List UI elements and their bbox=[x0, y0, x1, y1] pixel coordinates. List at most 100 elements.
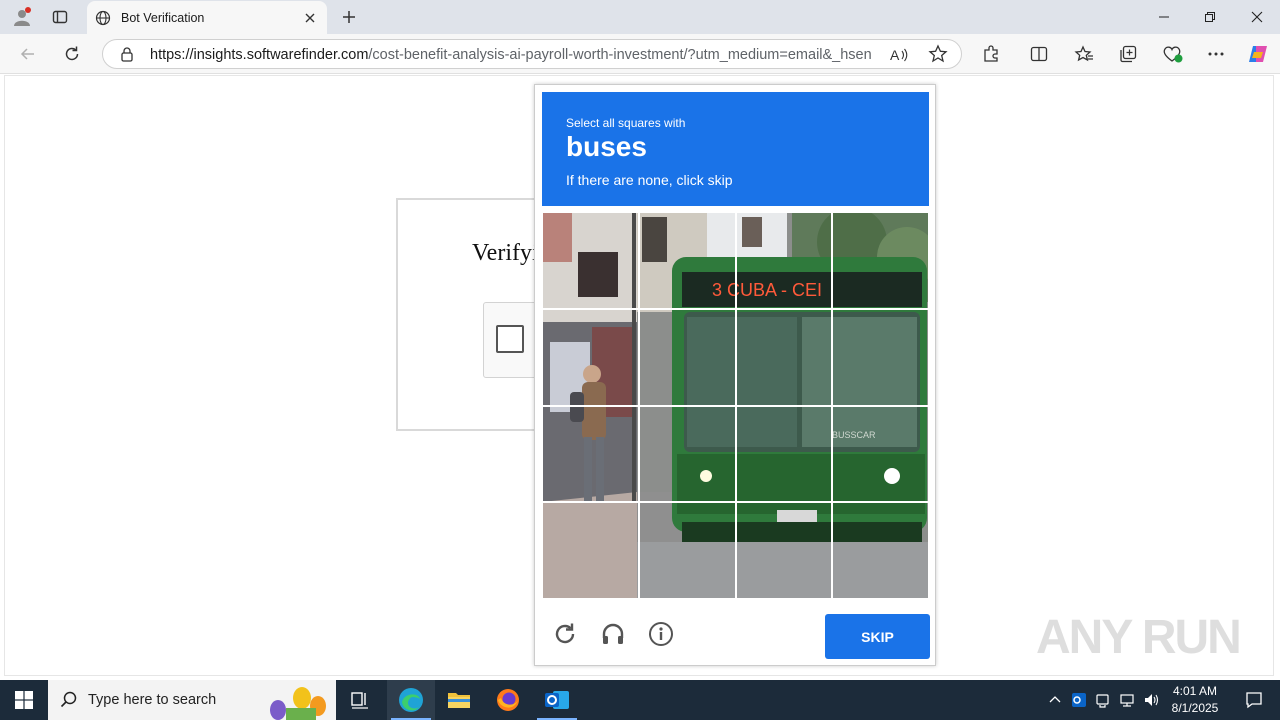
captcha-tile[interactable] bbox=[735, 502, 833, 599]
captcha-tile[interactable] bbox=[832, 502, 929, 599]
profile-icon bbox=[14, 7, 31, 26]
audio-challenge-button[interactable] bbox=[599, 620, 627, 648]
reload-icon bbox=[555, 623, 575, 644]
captcha-footer: SKIP bbox=[535, 605, 937, 667]
tray-meet-now[interactable] bbox=[1092, 680, 1114, 720]
minimize-icon bbox=[1159, 16, 1169, 18]
new-tab-button[interactable] bbox=[338, 7, 360, 27]
restore-button[interactable] bbox=[1187, 0, 1233, 34]
collections-button[interactable] bbox=[1117, 43, 1139, 65]
copilot-button[interactable] bbox=[1247, 43, 1269, 65]
tray-outlook[interactable] bbox=[1068, 680, 1090, 720]
captcha-subtext: If there are none, click skip bbox=[566, 172, 733, 188]
collections-icon bbox=[1120, 45, 1137, 63]
refresh-icon bbox=[65, 46, 79, 61]
favorites-button[interactable] bbox=[1073, 43, 1095, 65]
taskbar-file-explorer[interactable] bbox=[435, 680, 483, 720]
captcha-tile[interactable] bbox=[542, 405, 639, 503]
captcha-tile[interactable] bbox=[832, 405, 929, 503]
tab-close-icon[interactable] bbox=[302, 10, 318, 26]
task-view-button[interactable] bbox=[336, 680, 384, 720]
outlook-tray-icon bbox=[1072, 693, 1086, 707]
taskbar-outlook[interactable] bbox=[533, 680, 581, 720]
network-icon bbox=[1120, 694, 1134, 707]
captcha-challenge: Select all squares with buses If there a… bbox=[534, 84, 936, 666]
captcha-tile[interactable] bbox=[542, 212, 639, 309]
captcha-tile[interactable] bbox=[735, 308, 833, 406]
plus-icon bbox=[343, 11, 355, 23]
captcha-target: buses bbox=[566, 131, 647, 162]
start-button[interactable] bbox=[0, 680, 48, 720]
close-window-button[interactable] bbox=[1234, 0, 1280, 34]
back-button[interactable] bbox=[14, 40, 42, 68]
notification-icon bbox=[1246, 692, 1262, 709]
info-icon bbox=[649, 622, 673, 646]
favorite-star-icon[interactable] bbox=[928, 44, 948, 64]
outlook-icon bbox=[545, 691, 569, 709]
more-dots-icon bbox=[1208, 52, 1224, 56]
captcha-tile[interactable] bbox=[735, 405, 833, 503]
captcha-tile[interactable] bbox=[832, 308, 929, 406]
taskbar-clock[interactable]: 4:01 AM 8/1/2025 bbox=[1160, 683, 1230, 717]
task-view-icon bbox=[351, 692, 368, 709]
restore-icon bbox=[1205, 12, 1215, 22]
captcha-tile[interactable] bbox=[832, 212, 929, 309]
volume-icon bbox=[1145, 694, 1159, 706]
split-screen-button[interactable] bbox=[1028, 43, 1050, 65]
taskbar: Type here to search 4:01 AM 8/1/2025 bbox=[0, 680, 1280, 720]
tab-actions-icon bbox=[52, 10, 68, 24]
captcha-tile[interactable] bbox=[735, 212, 833, 309]
info-button[interactable] bbox=[647, 620, 675, 648]
favorites-icon bbox=[1074, 45, 1093, 62]
captcha-tile[interactable] bbox=[638, 212, 736, 309]
edge-icon bbox=[399, 688, 423, 712]
lock-icon[interactable] bbox=[119, 46, 135, 62]
search-icon bbox=[60, 691, 77, 708]
clock-date: 8/1/2025 bbox=[1171, 701, 1219, 715]
url-host: https://insights.softwarefinder.com bbox=[150, 47, 369, 63]
firefox-icon bbox=[497, 689, 519, 711]
url-text: https://insights.softwarefinder.com/cost… bbox=[150, 47, 872, 63]
profile-avatar[interactable] bbox=[10, 6, 34, 28]
reload-challenge-button[interactable] bbox=[551, 620, 579, 648]
settings-more-button[interactable] bbox=[1205, 43, 1227, 65]
heart-pulse-icon bbox=[1163, 46, 1183, 63]
minimize-button[interactable] bbox=[1141, 0, 1187, 34]
chevron-up-icon bbox=[1049, 696, 1061, 703]
globe-icon bbox=[95, 10, 111, 25]
taskbar-firefox[interactable] bbox=[484, 680, 532, 720]
close-icon bbox=[1251, 11, 1263, 23]
captcha-tile[interactable] bbox=[638, 502, 736, 599]
puzzle-icon bbox=[984, 45, 998, 62]
skip-button[interactable]: SKIP bbox=[825, 614, 930, 659]
not-a-robot-checkbox[interactable] bbox=[496, 325, 524, 353]
captcha-tile[interactable] bbox=[638, 308, 736, 406]
refresh-button[interactable] bbox=[58, 40, 86, 68]
split-screen-icon bbox=[1030, 46, 1048, 62]
clock-time: 4:01 AM bbox=[1172, 684, 1218, 698]
captcha-tile[interactable] bbox=[542, 308, 639, 406]
folder-icon bbox=[448, 693, 470, 708]
taskbar-edge[interactable] bbox=[387, 680, 435, 720]
read-aloud-icon[interactable]: A bbox=[889, 46, 909, 64]
captcha-tile[interactable] bbox=[638, 405, 736, 503]
tab-title: Bot Verification bbox=[121, 10, 205, 25]
captcha-tile[interactable] bbox=[542, 502, 639, 599]
address-bar[interactable]: https://insights.softwarefinder.com/cost… bbox=[102, 39, 962, 69]
tray-volume[interactable] bbox=[1140, 680, 1162, 720]
windows-logo-icon bbox=[15, 691, 33, 709]
notification-center-button[interactable] bbox=[1234, 680, 1274, 720]
tray-network[interactable] bbox=[1116, 680, 1138, 720]
taskbar-search-box[interactable]: Type here to search bbox=[48, 680, 336, 720]
copilot-icon bbox=[1249, 46, 1267, 62]
captcha-header: Select all squares with buses If there a… bbox=[542, 92, 929, 206]
tab-bot-verification[interactable]: Bot Verification bbox=[87, 1, 327, 34]
back-arrow-icon bbox=[20, 48, 34, 60]
browser-toolbar: https://insights.softwarefinder.com/cost… bbox=[0, 34, 1280, 74]
search-placeholder: Type here to search bbox=[88, 692, 217, 708]
browser-essentials-button[interactable] bbox=[1162, 43, 1184, 65]
show-hidden-icons-button[interactable] bbox=[1044, 680, 1066, 720]
headphones-icon bbox=[602, 623, 624, 644]
tab-actions-button[interactable] bbox=[48, 7, 72, 27]
extensions-button[interactable] bbox=[980, 43, 1002, 65]
